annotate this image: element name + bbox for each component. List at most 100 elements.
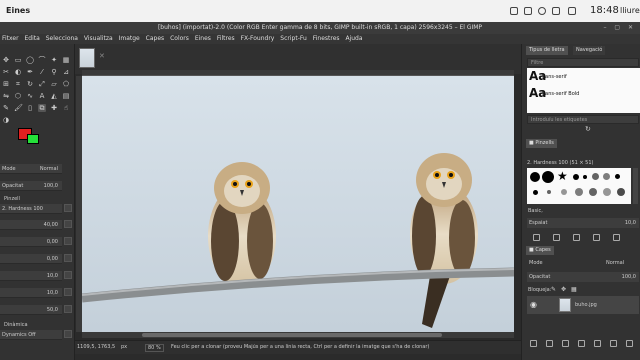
brush-grid-scrollbar[interactable] bbox=[633, 168, 638, 204]
reset-hardness-icon[interactable] bbox=[64, 288, 72, 296]
delete-layer-icon[interactable] bbox=[626, 340, 633, 347]
pencil-icon[interactable]: ✎ bbox=[2, 104, 10, 112]
menu-item-capes[interactable]: Capes bbox=[144, 34, 167, 44]
move-tool-icon[interactable]: ✥ bbox=[2, 56, 10, 64]
brush-item[interactable] bbox=[617, 188, 625, 196]
edit-dynamics-icon[interactable] bbox=[64, 330, 72, 338]
brush-grid[interactable]: ★ bbox=[527, 168, 631, 204]
layer-row[interactable]: ◉ buho.jpg bbox=[527, 296, 639, 314]
color-picker-icon[interactable]: ⁄ bbox=[38, 68, 46, 76]
reset-brush-icon[interactable] bbox=[64, 204, 72, 212]
mask-layer-icon[interactable] bbox=[610, 340, 617, 347]
dodge-burn-icon[interactable]: ◑ bbox=[2, 116, 10, 124]
battery-icon[interactable] bbox=[568, 7, 576, 15]
tool-options-mode[interactable]: Mode Normal bbox=[0, 164, 62, 174]
brush-item[interactable] bbox=[561, 189, 567, 195]
lock-pixels-icon[interactable]: ✎ bbox=[551, 286, 556, 293]
menu-item-visualitza[interactable]: Visualitza bbox=[82, 34, 115, 44]
reset-spacing-icon[interactable] bbox=[64, 271, 72, 279]
eye-icon[interactable]: ◉ bbox=[530, 300, 537, 309]
warp-icon[interactable]: ∿ bbox=[26, 92, 34, 100]
smudge-icon[interactable]: ☝ bbox=[62, 104, 70, 112]
paintbrush-icon[interactable]: 🖌 bbox=[14, 104, 23, 112]
brush-star-icon[interactable]: ★ bbox=[557, 169, 568, 183]
duplicate-brush-icon[interactable] bbox=[573, 234, 580, 241]
brush-item[interactable] bbox=[542, 171, 554, 183]
image-canvas[interactable] bbox=[82, 76, 514, 332]
menu-item-finestres[interactable]: Finestres bbox=[311, 34, 342, 44]
menu-item-eines[interactable]: Eines bbox=[193, 34, 213, 44]
force-slider[interactable]: 50,0 bbox=[0, 305, 62, 315]
image-tab-thumbnail[interactable] bbox=[79, 48, 95, 68]
menu-item-imatge[interactable]: Imatge bbox=[117, 34, 142, 44]
brush-item[interactable] bbox=[615, 174, 620, 179]
tray-icon[interactable] bbox=[552, 7, 560, 15]
ellipse-select-icon[interactable]: ◯ bbox=[26, 56, 34, 64]
reset-force-icon[interactable] bbox=[64, 305, 72, 313]
spacing-slider[interactable]: 10,0 bbox=[0, 271, 62, 281]
anchor-layer-icon[interactable] bbox=[594, 340, 601, 347]
bucket-fill-icon[interactable]: ◭ bbox=[50, 92, 58, 100]
raise-layer-icon[interactable] bbox=[546, 340, 553, 347]
reset-angle-icon[interactable] bbox=[64, 254, 72, 262]
layer-name[interactable]: buho.jpg bbox=[575, 302, 597, 308]
dynamics-selector[interactable]: Dynamics Off bbox=[0, 330, 62, 340]
color-select-icon[interactable]: ▦ bbox=[62, 56, 70, 64]
menu-item-filtres[interactable]: Filtres bbox=[215, 34, 237, 44]
paths-icon[interactable]: ✒ bbox=[26, 68, 34, 76]
edit-brush-icon[interactable] bbox=[533, 234, 540, 241]
tray-icon[interactable] bbox=[510, 7, 518, 15]
aspect-slider[interactable]: 0,00 bbox=[0, 237, 62, 247]
measure-icon[interactable]: ⊿ bbox=[62, 68, 70, 76]
reset-size-icon[interactable] bbox=[64, 220, 72, 228]
new-brush-icon[interactable] bbox=[553, 234, 560, 241]
brush-item[interactable] bbox=[592, 173, 599, 180]
font-tags-input[interactable]: Introduïu les etiquetes bbox=[527, 115, 639, 124]
new-layer-icon[interactable] bbox=[530, 340, 537, 347]
tab-fonts[interactable]: Tipus de lletra bbox=[526, 46, 568, 55]
tray-icon[interactable] bbox=[538, 7, 546, 15]
font-filter-input[interactable]: Filtre bbox=[527, 58, 639, 67]
perspective-icon[interactable]: ⬠ bbox=[62, 80, 70, 88]
size-slider[interactable]: 40,00 bbox=[0, 220, 62, 230]
brush-item[interactable] bbox=[603, 173, 610, 180]
brush-item[interactable] bbox=[530, 172, 540, 182]
lock-position-icon[interactable]: ✥ bbox=[561, 286, 566, 293]
window-controls[interactable]: – ▢ ✕ bbox=[603, 24, 636, 31]
scale-icon[interactable]: ⤢ bbox=[38, 80, 46, 88]
close-tab-icon[interactable]: ✕ bbox=[99, 52, 105, 60]
text-tool-icon[interactable]: A bbox=[38, 92, 46, 100]
rect-select-icon[interactable]: ▭ bbox=[14, 56, 22, 64]
menu-item-script-fu[interactable]: Script-Fu bbox=[278, 34, 309, 44]
reset-aspect-icon[interactable] bbox=[64, 237, 72, 245]
user-menu[interactable]: lliure bbox=[620, 6, 640, 15]
rotate-icon[interactable]: ↻ bbox=[26, 80, 34, 88]
zoom-selector[interactable]: 80 % bbox=[145, 344, 164, 352]
free-select-icon[interactable]: ⌒ bbox=[38, 56, 46, 64]
brush-item[interactable] bbox=[583, 175, 587, 179]
menu-item-fitxer[interactable]: Fitxer bbox=[0, 34, 21, 44]
tool-options-opacity[interactable]: Opacitat 100,0 bbox=[0, 181, 62, 191]
tab-brushes[interactable]: ■ Pinzells bbox=[526, 139, 557, 148]
refresh-fonts-icon[interactable]: ↻ bbox=[585, 125, 591, 133]
brush-item[interactable] bbox=[573, 174, 579, 180]
angle-slider[interactable]: 0,00 bbox=[0, 254, 62, 264]
tab-navigation[interactable]: Navegació bbox=[573, 46, 606, 55]
menu-item-edita[interactable]: Edita bbox=[22, 34, 41, 44]
brush-item[interactable] bbox=[603, 188, 611, 196]
brush-item[interactable] bbox=[547, 190, 551, 194]
menu-item-colors[interactable]: Colors bbox=[168, 34, 191, 44]
scrollbar-thumb[interactable] bbox=[142, 333, 442, 337]
gradient-icon[interactable]: ▤ bbox=[62, 92, 70, 100]
clock[interactable]: 18:48 bbox=[590, 5, 619, 16]
lock-alpha-icon[interactable]: ▦ bbox=[571, 286, 577, 293]
menu-item-fx-foundry[interactable]: FX-Foundry bbox=[239, 34, 277, 44]
fuzzy-select-icon[interactable]: ✦ bbox=[50, 56, 58, 64]
layer-opacity-slider[interactable]: Opacitat 100,0 bbox=[527, 272, 639, 282]
flip-icon[interactable]: ⇋ bbox=[2, 92, 10, 100]
tray-icon[interactable] bbox=[524, 7, 532, 15]
font-item-sans-bold[interactable]: Aa Sans-serif Bold bbox=[527, 85, 640, 103]
zoom-icon[interactable]: ⚲ bbox=[50, 68, 58, 76]
hardness-slider[interactable]: 10,0 bbox=[0, 288, 62, 298]
clone-tool-icon[interactable]: ⧉ bbox=[38, 104, 46, 112]
